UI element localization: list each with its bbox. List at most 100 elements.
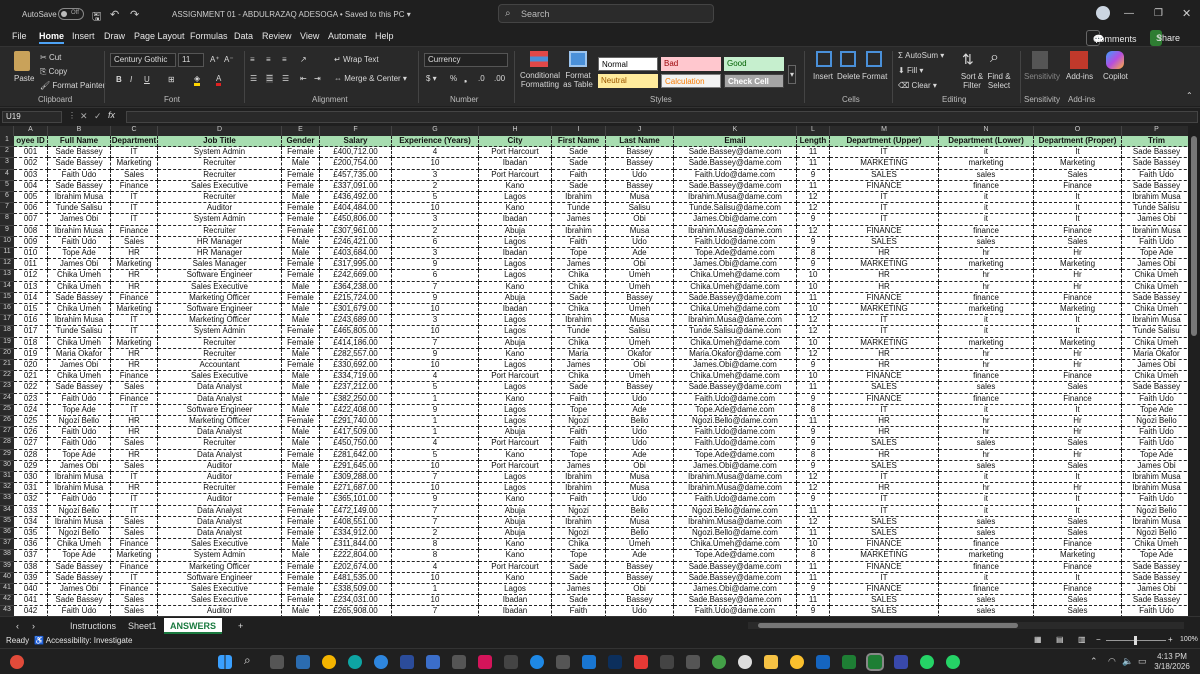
table-cell[interactable]: 10: [797, 304, 830, 316]
table-cell[interactable]: 018: [14, 337, 48, 349]
table-cell[interactable]: finance: [939, 371, 1034, 383]
bold-icon[interactable]: B: [116, 75, 122, 84]
table-cell[interactable]: £307,961.00: [320, 225, 392, 237]
table-cell[interactable]: Ibrahim.Musa@dame.com: [674, 483, 797, 495]
table-cell[interactable]: Hr: [1034, 348, 1122, 360]
table-cell[interactable]: it: [939, 147, 1034, 159]
copilot-button[interactable]: Copilot: [1103, 72, 1128, 81]
table-cell[interactable]: Chika.Umeh@dame.com: [674, 337, 797, 349]
function-icon[interactable]: fx: [108, 110, 115, 120]
table-cell[interactable]: Sade Bassey: [48, 561, 111, 573]
table-cell[interactable]: Female: [282, 203, 320, 215]
table-cell[interactable]: 10: [392, 203, 479, 215]
table-cell[interactable]: Faith Udo: [48, 169, 111, 181]
table-cell[interactable]: Ibadan: [479, 304, 552, 316]
header-cell[interactable]: Department (Upper): [830, 136, 939, 148]
row-header[interactable]: 36: [0, 528, 14, 540]
table-cell[interactable]: Tope.Ade@dame.com: [674, 449, 797, 461]
table-cell[interactable]: IT: [111, 147, 158, 159]
table-cell[interactable]: Female: [282, 472, 320, 484]
table-cell[interactable]: Ibrahim: [552, 483, 606, 495]
table-cell[interactable]: James Obi: [1122, 461, 1188, 472]
row-header[interactable]: 42: [0, 595, 14, 607]
table-cell[interactable]: IT: [111, 494, 158, 506]
column-header[interactable]: A: [14, 126, 48, 136]
table-cell[interactable]: Finance: [1034, 371, 1122, 383]
table-cell[interactable]: Port Harcourt: [479, 460, 552, 472]
table-cell[interactable]: £382,250.00: [320, 393, 392, 405]
table-cell[interactable]: 10: [797, 371, 830, 383]
table-cell[interactable]: Ibadan: [479, 158, 552, 170]
scroll-thumb[interactable]: [1191, 136, 1197, 336]
table-cell[interactable]: 12: [797, 483, 830, 495]
table-cell[interactable]: 028: [14, 449, 48, 461]
table-cell[interactable]: James.Obi@dame.com: [674, 259, 797, 271]
table-cell[interactable]: Lagos: [479, 472, 552, 484]
table-cell[interactable]: Bassey: [606, 180, 674, 192]
page-layout-view-icon[interactable]: ▤: [1056, 635, 1064, 644]
row-header[interactable]: 35: [0, 516, 14, 528]
row-header[interactable]: 28: [0, 438, 14, 450]
next-sheet-icon[interactable]: ›: [26, 618, 41, 634]
table-cell[interactable]: Ade: [606, 404, 674, 416]
name-box[interactable]: U19: [2, 111, 62, 123]
table-cell[interactable]: Bassey: [606, 158, 674, 170]
column-header[interactable]: C: [111, 126, 158, 136]
table-cell[interactable]: 001: [14, 147, 48, 159]
outlook-icon[interactable]: [816, 655, 830, 669]
table-cell[interactable]: MARKETING: [830, 304, 939, 316]
table-cell[interactable]: 9: [392, 494, 479, 506]
row-header[interactable]: 4: [0, 169, 14, 181]
table-cell[interactable]: Ibrahim Musa: [1122, 315, 1188, 327]
table-cell[interactable]: Abuja: [479, 292, 552, 304]
table-cell[interactable]: Ibrahim: [552, 472, 606, 484]
table-cell[interactable]: Kano: [479, 550, 552, 562]
row-header[interactable]: 2: [0, 147, 14, 159]
table-cell[interactable]: Sade: [552, 147, 606, 159]
table-cell[interactable]: it: [939, 203, 1034, 215]
table-cell[interactable]: Musa: [606, 483, 674, 495]
format-cells-icon[interactable]: [866, 51, 882, 67]
table-cell[interactable]: SALES: [830, 460, 939, 472]
table-cell[interactable]: Sales: [1034, 236, 1122, 248]
table-cell[interactable]: Data Analyst: [158, 393, 282, 405]
table-cell[interactable]: Tope: [552, 248, 606, 260]
wrap-text-button[interactable]: ↵ Wrap Text: [334, 55, 379, 64]
r-app-icon[interactable]: [400, 655, 414, 669]
table-cell[interactable]: Sade.Bassey@dame.com: [674, 180, 797, 192]
table-cell[interactable]: Sales Executive: [158, 539, 282, 551]
table-cell[interactable]: Chika.Umeh@dame.com: [674, 304, 797, 316]
table-cell[interactable]: £311,844.00: [320, 539, 392, 551]
table-cell[interactable]: Tope.Ade@dame.com: [674, 550, 797, 562]
clear-button[interactable]: ⌫ Clear ▾: [898, 81, 937, 90]
table-cell[interactable]: It: [1034, 315, 1122, 327]
zoom-in-icon[interactable]: +: [1168, 635, 1173, 644]
table-cell[interactable]: 11: [797, 180, 830, 192]
table-cell[interactable]: Ngozi: [552, 505, 606, 517]
table-cell[interactable]: 11: [797, 561, 830, 573]
table-cell[interactable]: it: [939, 315, 1034, 327]
table-cell[interactable]: Marketing: [1034, 337, 1122, 349]
tab-help[interactable]: Help: [375, 31, 394, 41]
table-cell[interactable]: James Obi: [48, 259, 111, 271]
table-cell[interactable]: Chika: [552, 371, 606, 383]
table-cell[interactable]: It: [1034, 494, 1122, 506]
table-cell[interactable]: £465,805.00: [320, 326, 392, 338]
table-cell[interactable]: Kano: [479, 494, 552, 506]
table-cell[interactable]: 015: [14, 304, 48, 316]
table-cell[interactable]: Finance: [111, 393, 158, 405]
percent-icon[interactable]: %: [450, 74, 457, 83]
table-cell[interactable]: Faith Udo: [48, 236, 111, 248]
table-cell[interactable]: Musa: [606, 315, 674, 327]
table-cell[interactable]: Female: [282, 270, 320, 282]
table-cell[interactable]: marketing: [939, 304, 1034, 316]
table-cell[interactable]: Abuja: [479, 528, 552, 540]
whatsapp-icon[interactable]: [920, 655, 934, 669]
table-cell[interactable]: Software Engineer: [158, 270, 282, 282]
align-center-icon[interactable]: ☰: [266, 74, 274, 83]
table-cell[interactable]: Musa: [606, 516, 674, 528]
table-cell[interactable]: James Obi: [48, 584, 111, 596]
table-cell[interactable]: Ngozi Bello: [1122, 528, 1188, 540]
table-cell[interactable]: Male: [282, 192, 320, 204]
table-cell[interactable]: Faith: [552, 494, 606, 506]
